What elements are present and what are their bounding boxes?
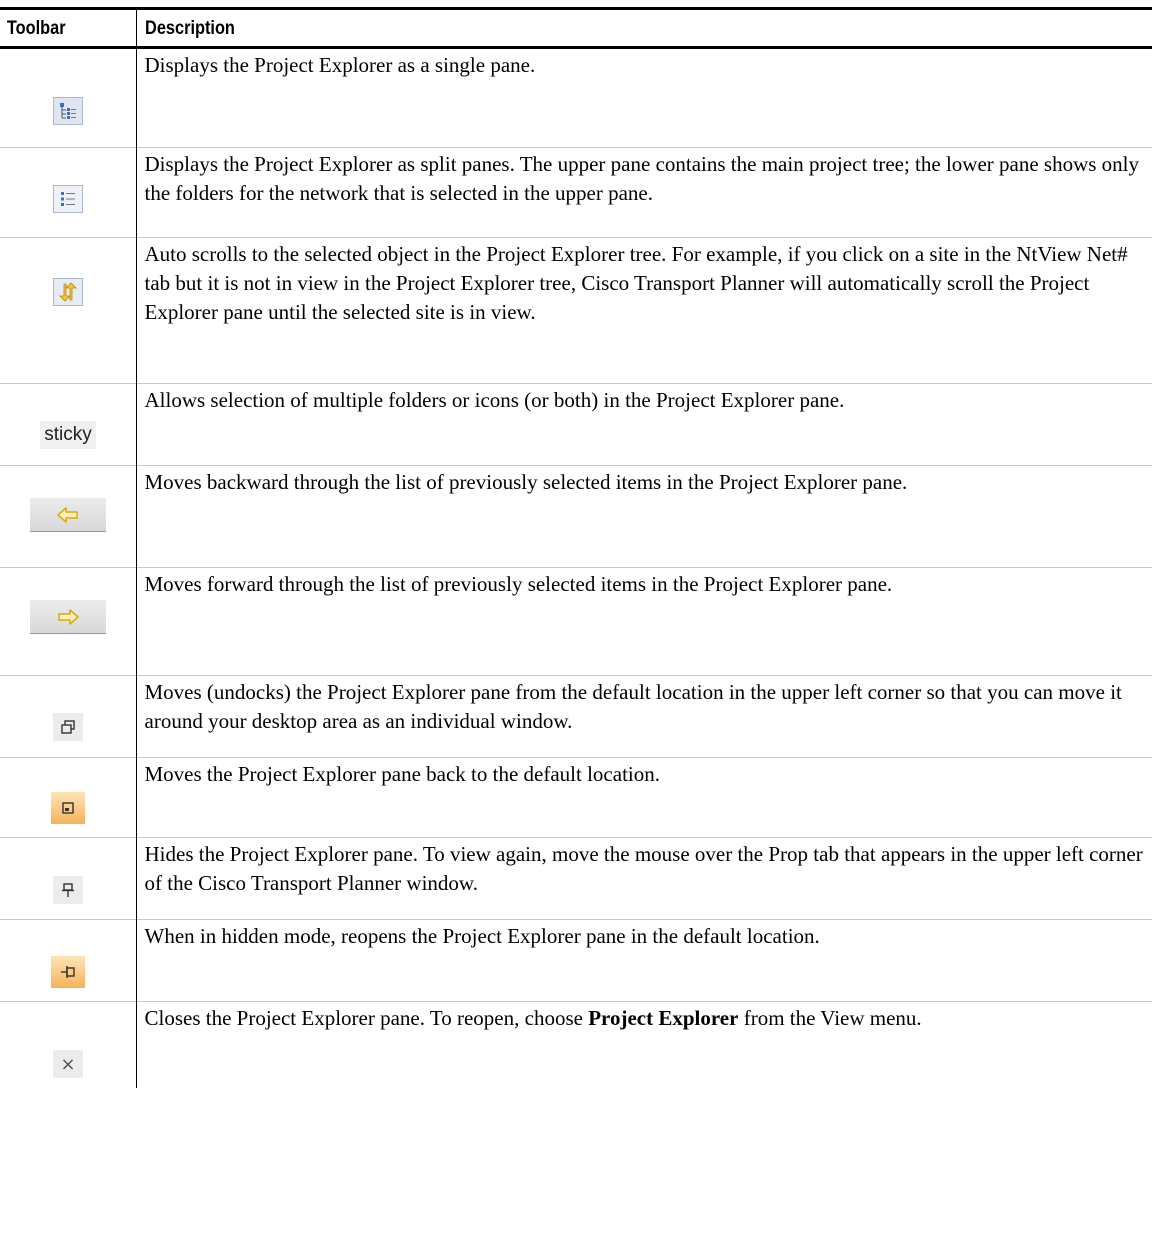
table-row: Moves (undocks) the Project Explorer pan… [0, 675, 1152, 758]
toolbar-cell [0, 238, 136, 384]
table-row: Moves forward through the list of previo… [0, 567, 1152, 676]
toolbar-cell [0, 148, 136, 238]
description-cell: Displays the Project Explorer as split p… [135, 147, 1152, 238]
close-icon: × [53, 1050, 83, 1078]
toolbar-cell [0, 676, 136, 758]
header-toolbar: Toolbar [6, 18, 66, 39]
description-cell: Displays the Project Explorer as a singl… [135, 47, 1152, 148]
pin-horizontal-icon [51, 956, 85, 988]
description-cell: Moves (undocks) the Project Explorer pan… [135, 675, 1152, 758]
split-pane-list-icon [53, 185, 83, 213]
table-row: Auto scrolls to the selected object in t… [0, 237, 1152, 384]
sticky-button: sticky [40, 421, 96, 449]
pin-vertical-icon [53, 876, 83, 904]
description-cell: Moves backward through the list of previ… [135, 465, 1152, 568]
description-cell: When in hidden mode, reopens the Project… [135, 919, 1152, 1002]
description-cell: Allows selection of multiple folders or … [135, 383, 1152, 466]
table-header-row: Toolbar Description [0, 8, 1152, 48]
toolbar-cell [0, 568, 136, 676]
auto-scroll-arrows-icon [53, 278, 83, 306]
dock-window-icon [51, 792, 85, 824]
description-cell: Auto scrolls to the selected object in t… [135, 237, 1152, 384]
table-row: Moves the Project Explorer pane back to … [0, 757, 1152, 838]
table-row: Displays the Project Explorer as split p… [0, 147, 1152, 238]
toolbar-cell [0, 920, 136, 1002]
toolbar-cell [0, 48, 136, 148]
toolbar-cell [0, 758, 136, 838]
toolbar-cell: sticky [0, 384, 136, 466]
project-explorer-menu-item: Project Explorer [588, 1006, 739, 1030]
description-cell: Hides the Project Explorer pane. To view… [135, 837, 1152, 920]
table-row: When in hidden mode, reopens the Project… [0, 919, 1152, 1002]
back-arrow-icon [30, 498, 106, 532]
undock-window-icon [53, 713, 83, 741]
description-cell: Closes the Project Explorer pane. To reo… [135, 1001, 1152, 1088]
single-pane-tree-icon [53, 97, 83, 125]
table-row: sticky Allows selection of multiple fold… [0, 383, 1152, 466]
toolbar-cell [0, 466, 136, 568]
toolbar-cell: × [0, 1002, 136, 1088]
table-row: × Closes the Project Explorer pane. To r… [0, 1001, 1152, 1088]
table-row: Displays the Project Explorer as a singl… [0, 47, 1152, 148]
table-row: Moves backward through the list of previ… [0, 465, 1152, 568]
toolbar-cell [0, 838, 136, 920]
table-row: Hides the Project Explorer pane. To view… [0, 837, 1152, 920]
description-cell: Moves forward through the list of previo… [135, 567, 1152, 676]
toolbar-table: Toolbar Description Displays the Project… [0, 7, 1152, 1088]
forward-arrow-icon [30, 600, 106, 634]
description-cell: Moves the Project Explorer pane back to … [135, 757, 1152, 838]
header-description: Description [135, 8, 1010, 48]
